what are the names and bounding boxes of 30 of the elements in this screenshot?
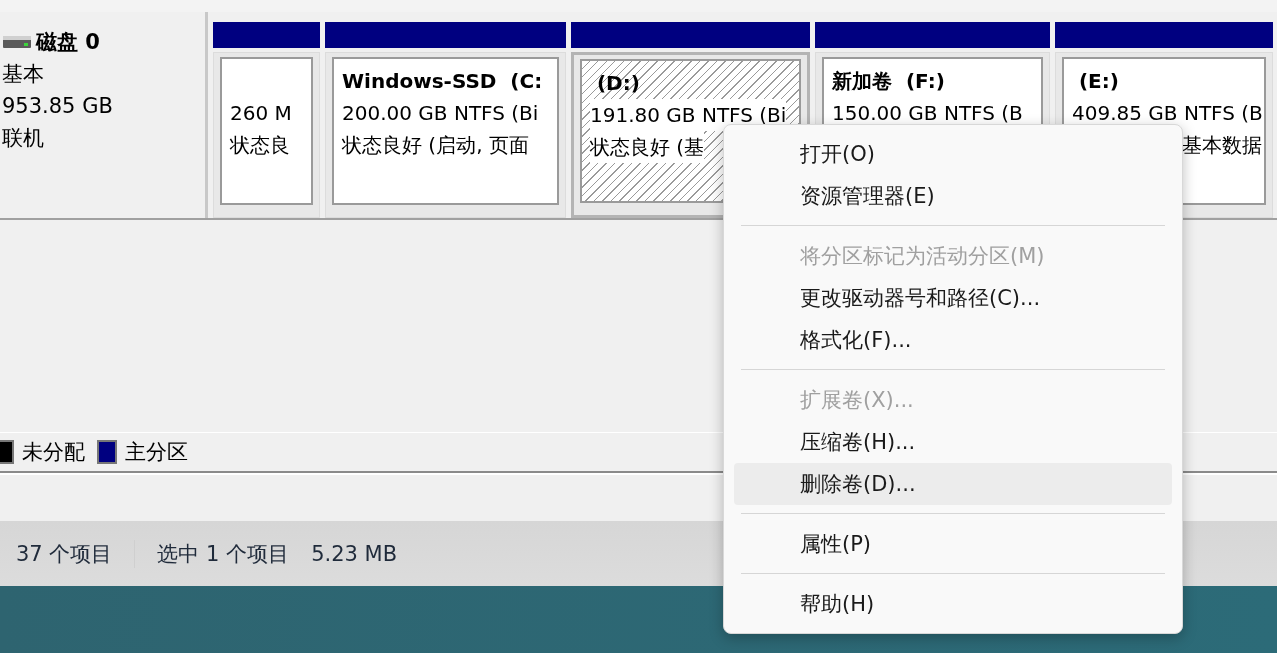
status-text: 选中 1 个项目 [157, 540, 291, 568]
partition-status: 状态良好 (启动, 页面 [342, 132, 529, 159]
menu-item[interactable]: 压缩卷(H)... [734, 421, 1172, 463]
status-text: 5.23 MB [311, 541, 399, 566]
partition-size: 191.80 GB NTFS (Bi [590, 99, 787, 131]
disk-size: 953.85 GB [2, 93, 114, 120]
partition-block[interactable]: Windows-SSD (C: 200.00 GB NTFS (Bi 状态良好 (启动, 页面 [325, 52, 566, 218]
disk-type: 基本 [2, 61, 45, 88]
partition-title: (D:) [595, 70, 641, 97]
menu-item[interactable]: 属性(P) [734, 523, 1172, 565]
menu-item[interactable]: 帮助(H) [734, 583, 1172, 625]
partition-title: 新加卷 (F:) [832, 68, 946, 95]
partition-title: Windows-SSD (C: [342, 68, 544, 95]
menu-item[interactable]: 更改驱动器号和路径(C)... [734, 277, 1172, 319]
status-text: 37 个项目 [16, 539, 136, 568]
disk-name: 磁盘 0 [36, 29, 100, 56]
menu-item[interactable]: 删除卷(D)... [734, 463, 1172, 505]
partition-block[interactable]: 260 M 状态良 [213, 52, 320, 218]
partition-status: 状态良 [230, 132, 290, 159]
legend-label: 主分区 [125, 439, 188, 466]
menu-item[interactable]: 格式化(F)... [734, 319, 1172, 361]
legend-label: 未分配 [22, 439, 85, 466]
partition-size: 150.00 GB NTFS (B [832, 100, 1023, 127]
partition-title: (E:) [1077, 68, 1120, 95]
partition-size: 200.00 GB NTFS (Bi [342, 100, 539, 127]
partition-size: 260 M [230, 100, 292, 127]
partition-status: 状态良好 (基 [590, 131, 705, 163]
partition-size: 409.85 GB NTFS (B [1072, 100, 1263, 127]
disk-status: 联机 [2, 125, 45, 152]
partition-status: 基本数据 [1182, 132, 1262, 159]
